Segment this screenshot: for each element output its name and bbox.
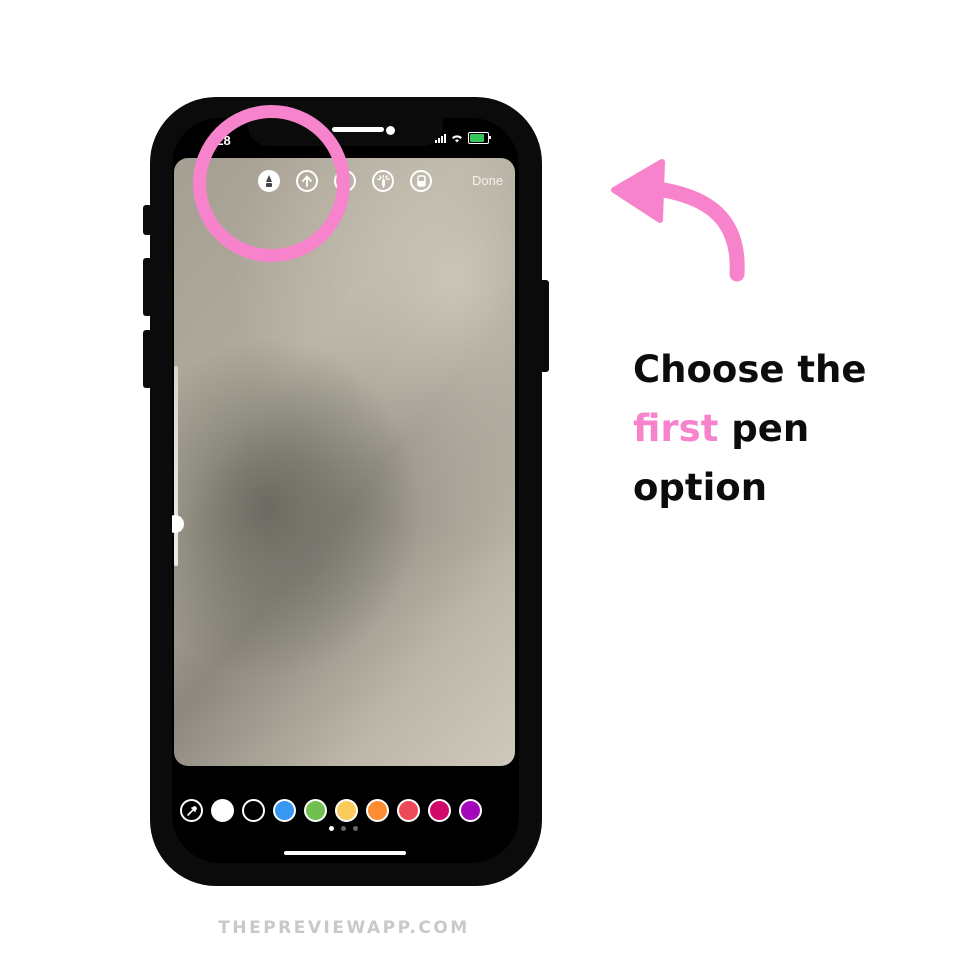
speaker-grille: [332, 127, 384, 132]
page-dot[interactable]: [353, 826, 358, 831]
wifi-icon: [452, 134, 462, 142]
status-icons: [435, 132, 491, 144]
eraser-tool[interactable]: [410, 170, 432, 192]
home-indicator[interactable]: [284, 851, 406, 855]
page-dot[interactable]: [341, 826, 346, 831]
instruction-caption: Choose the first pen option: [633, 340, 866, 517]
signal-icon: [435, 133, 446, 143]
done-button[interactable]: Done: [472, 173, 503, 188]
color-swatch-magenta[interactable]: [428, 799, 451, 822]
palette-page-indicator: [329, 826, 358, 831]
highlight-circle: [193, 105, 350, 262]
curved-arrow-icon: [611, 159, 745, 282]
caption-highlight-word: first: [633, 407, 719, 450]
front-camera: [386, 126, 395, 135]
eyedropper-button[interactable]: [180, 799, 203, 822]
color-swatch-white[interactable]: [211, 799, 234, 822]
caption-rest: pen: [718, 407, 810, 450]
color-swatch-yellow[interactable]: [335, 799, 358, 822]
color-swatch-red[interactable]: [397, 799, 420, 822]
color-swatch-black[interactable]: [242, 799, 265, 822]
neon-pen-tool[interactable]: [372, 170, 394, 192]
neon-pen-icon: [376, 174, 390, 188]
page-dot[interactable]: [329, 826, 334, 831]
caption-line-1: Choose the: [633, 348, 867, 391]
footer-watermark: THEPREVIEWAPP.COM: [218, 918, 470, 938]
story-canvas[interactable]: [174, 158, 515, 766]
color-swatch-orange[interactable]: [366, 799, 389, 822]
eraser-icon: [416, 175, 426, 187]
color-palette: [180, 799, 482, 822]
battery-icon: [468, 132, 491, 144]
color-swatch-blue[interactable]: [273, 799, 296, 822]
color-swatch-green[interactable]: [304, 799, 327, 822]
caption-line-2: first pen: [633, 399, 866, 458]
eyedropper-icon: [186, 805, 197, 816]
brush-size-slider[interactable]: [174, 366, 178, 566]
caption-line-3: option: [633, 466, 768, 509]
color-swatch-purple[interactable]: [459, 799, 482, 822]
